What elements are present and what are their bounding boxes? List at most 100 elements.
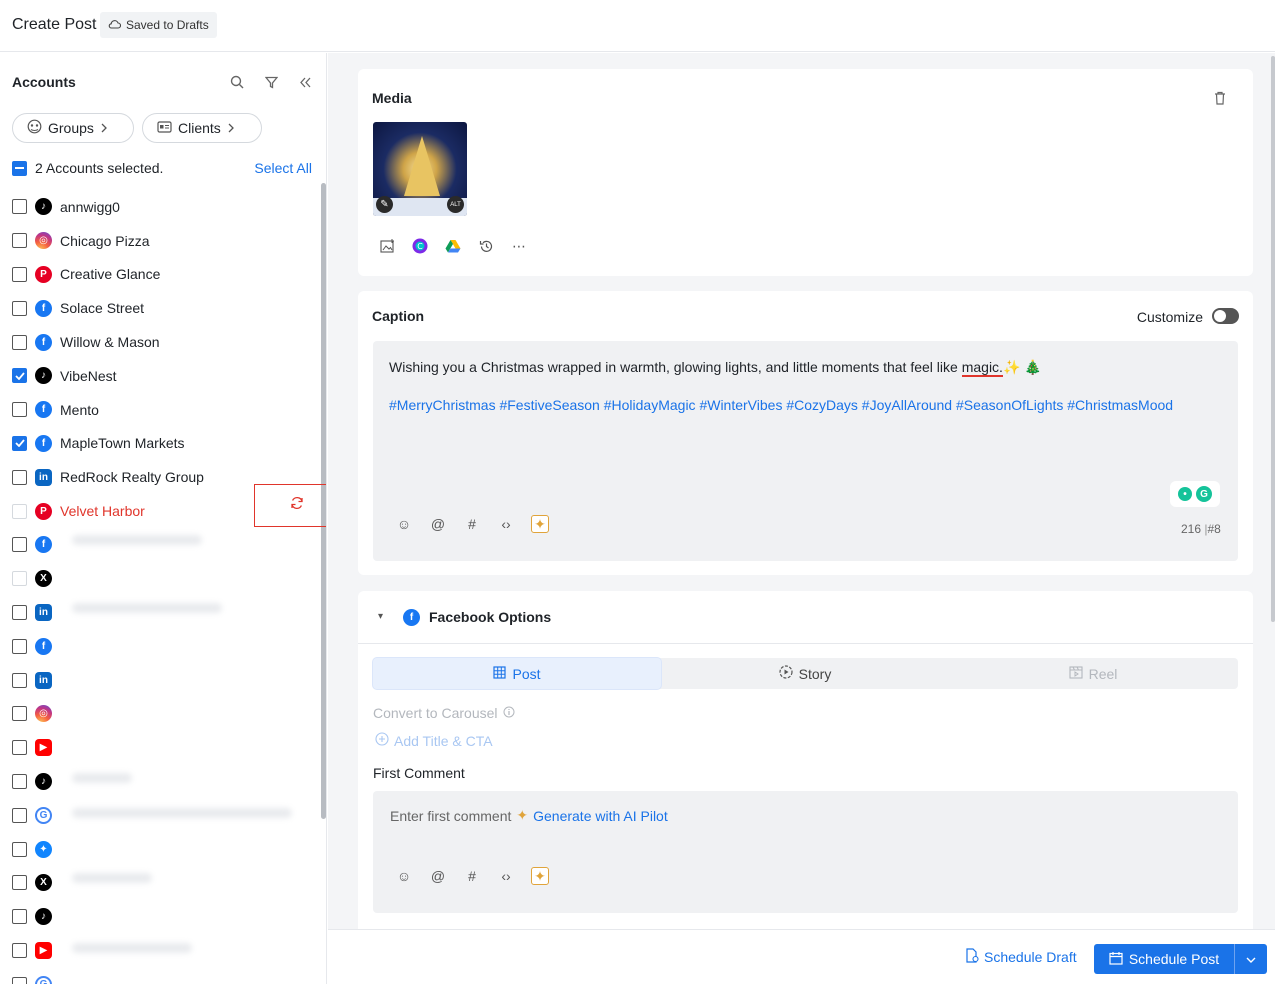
tiktok-icon: ♪ bbox=[35, 198, 52, 216]
account-item[interactable]: f Solace Street bbox=[12, 291, 312, 325]
code-icon[interactable]: ‹› bbox=[497, 515, 515, 533]
account-checkbox[interactable] bbox=[12, 199, 27, 215]
account-item[interactable]: P Creative Glance bbox=[12, 258, 312, 292]
code-icon[interactable]: ‹› bbox=[497, 867, 515, 885]
search-icon[interactable] bbox=[228, 73, 246, 91]
media-title: Media bbox=[372, 90, 412, 106]
ai-sparkle-button[interactable]: ✦ bbox=[531, 867, 549, 885]
groups-label: Groups bbox=[48, 120, 94, 136]
schedule-post-button[interactable]: Schedule Post bbox=[1094, 944, 1267, 974]
selection-summary: 2 Accounts selected. Select All bbox=[12, 158, 312, 178]
collapse-caret-icon[interactable]: ▾ bbox=[378, 611, 383, 622]
account-checkbox[interactable] bbox=[12, 537, 27, 553]
facebook-icon: f bbox=[35, 434, 52, 452]
linkedin-icon: in bbox=[35, 671, 52, 689]
account-checkbox[interactable] bbox=[12, 334, 27, 350]
grammarly-icon[interactable]: G bbox=[1196, 486, 1212, 502]
account-checkbox[interactable] bbox=[12, 807, 27, 823]
account-checkbox[interactable] bbox=[12, 672, 27, 688]
selected-count-text: 2 Accounts selected. bbox=[35, 160, 164, 176]
google-business-icon: G bbox=[35, 806, 52, 824]
blurred-region bbox=[62, 523, 307, 984]
schedule-draft-button[interactable]: Schedule Draft bbox=[966, 948, 1077, 966]
canva-icon[interactable]: C bbox=[411, 237, 429, 255]
clients-button[interactable]: Clients bbox=[142, 113, 262, 143]
account-checkbox[interactable] bbox=[12, 469, 27, 485]
account-checkbox[interactable] bbox=[12, 368, 27, 384]
more-options-icon[interactable]: ⋯ bbox=[510, 237, 528, 255]
account-checkbox[interactable] bbox=[12, 266, 27, 282]
hashtag-icon[interactable]: # bbox=[463, 867, 481, 885]
schedule-post-label: Schedule Post bbox=[1128, 951, 1220, 967]
hashtag-icon[interactable]: # bbox=[463, 515, 481, 533]
edit-pencil-icon[interactable]: ✎ bbox=[376, 196, 393, 213]
caption-editor[interactable]: Wishing you a Christmas wrapped in warmt… bbox=[373, 341, 1238, 561]
filter-icon[interactable] bbox=[262, 73, 280, 91]
history-icon[interactable] bbox=[477, 237, 495, 255]
account-item[interactable]: ♪ annwigg0 bbox=[12, 190, 312, 224]
account-checkbox[interactable] bbox=[12, 740, 27, 756]
caption-text[interactable]: Wishing you a Christmas wrapped in warmt… bbox=[389, 359, 1042, 377]
account-checkbox[interactable] bbox=[12, 773, 27, 789]
tab-story-label: Story bbox=[798, 665, 832, 682]
account-checkbox[interactable] bbox=[12, 604, 27, 620]
account-checkbox[interactable] bbox=[12, 909, 27, 925]
facebook-options-card: ▾ f Facebook Options Post Story Reel Con… bbox=[358, 591, 1253, 984]
account-checkbox[interactable] bbox=[12, 638, 27, 654]
post-type-tabs: Post Story Reel bbox=[373, 658, 1238, 689]
account-item[interactable]: f MapleTown Markets bbox=[12, 427, 312, 461]
generate-ai-pilot-link[interactable]: Generate with AI Pilot bbox=[533, 808, 668, 824]
account-checkbox[interactable] bbox=[12, 435, 27, 451]
account-checkbox[interactable] bbox=[12, 300, 27, 316]
account-name: Velvet Harbor bbox=[60, 503, 145, 520]
alt-text-icon[interactable]: ALT bbox=[447, 196, 464, 213]
mention-icon[interactable]: @ bbox=[429, 515, 447, 533]
account-checkbox[interactable] bbox=[12, 942, 27, 958]
collapse-panel-icon[interactable] bbox=[296, 73, 314, 91]
account-checkbox[interactable] bbox=[12, 976, 27, 984]
account-checkbox[interactable] bbox=[12, 706, 27, 722]
facebook-icon: f bbox=[35, 401, 52, 419]
schedule-post-main[interactable]: Schedule Post bbox=[1094, 944, 1235, 974]
linkedin-icon: in bbox=[35, 603, 52, 621]
customize-toggle[interactable] bbox=[1212, 308, 1239, 324]
select-all-link[interactable]: Select All bbox=[254, 160, 312, 176]
account-item[interactable]: f Willow & Mason bbox=[12, 325, 312, 359]
google-drive-icon[interactable] bbox=[444, 237, 462, 255]
grammarly-bulb-icon[interactable]: • bbox=[1178, 487, 1192, 501]
account-checkbox[interactable] bbox=[12, 875, 27, 891]
draft-file-icon bbox=[966, 948, 979, 966]
account-item[interactable]: f Mento bbox=[12, 393, 312, 427]
trash-icon[interactable] bbox=[1214, 91, 1226, 108]
media-thumbnail[interactable]: ✎ ALT bbox=[373, 122, 467, 216]
caption-hashtags[interactable]: #MerryChristmas #FestiveSeason #HolidayM… bbox=[389, 397, 1173, 413]
editor-scrollbar[interactable] bbox=[1271, 56, 1275, 622]
add-image-icon[interactable] bbox=[378, 237, 396, 255]
facebook-icon: f bbox=[35, 637, 52, 655]
ai-sparkle-button[interactable]: ✦ bbox=[531, 515, 549, 533]
grammarly-widget[interactable]: • G bbox=[1170, 481, 1220, 507]
account-item[interactable]: ◎ Chicago Pizza bbox=[12, 224, 312, 258]
account-name: MapleTown Markets bbox=[60, 435, 185, 452]
account-checkbox[interactable] bbox=[12, 233, 27, 249]
account-name: Chicago Pizza bbox=[60, 232, 150, 249]
select-all-checkbox[interactable] bbox=[12, 160, 27, 176]
first-comment-editor[interactable]: Enter first comment ✦ Generate with AI P… bbox=[373, 791, 1238, 913]
schedule-options-dropdown[interactable] bbox=[1235, 951, 1267, 967]
account-checkbox[interactable] bbox=[12, 841, 27, 857]
ai-sparkle-icon: ✦ bbox=[516, 807, 529, 823]
pinterest-icon: P bbox=[35, 265, 52, 283]
tab-story[interactable]: Story bbox=[661, 658, 949, 689]
reconnect-refresh-icon[interactable] bbox=[290, 496, 304, 513]
grid-icon bbox=[493, 665, 507, 682]
emoji-icon[interactable]: ☺ bbox=[395, 515, 413, 533]
emoji-icon[interactable]: ☺ bbox=[395, 867, 413, 885]
tab-post[interactable]: Post bbox=[373, 658, 661, 689]
instagram-icon: ◎ bbox=[35, 705, 52, 723]
convert-carousel-label: Convert to Carousel bbox=[373, 705, 498, 721]
first-comment-placeholder: Enter first comment bbox=[390, 807, 512, 824]
account-checkbox[interactable] bbox=[12, 402, 27, 418]
mention-icon[interactable]: @ bbox=[429, 867, 447, 885]
account-item[interactable]: ♪ VibeNest bbox=[12, 359, 312, 393]
groups-button[interactable]: Groups bbox=[12, 113, 134, 143]
